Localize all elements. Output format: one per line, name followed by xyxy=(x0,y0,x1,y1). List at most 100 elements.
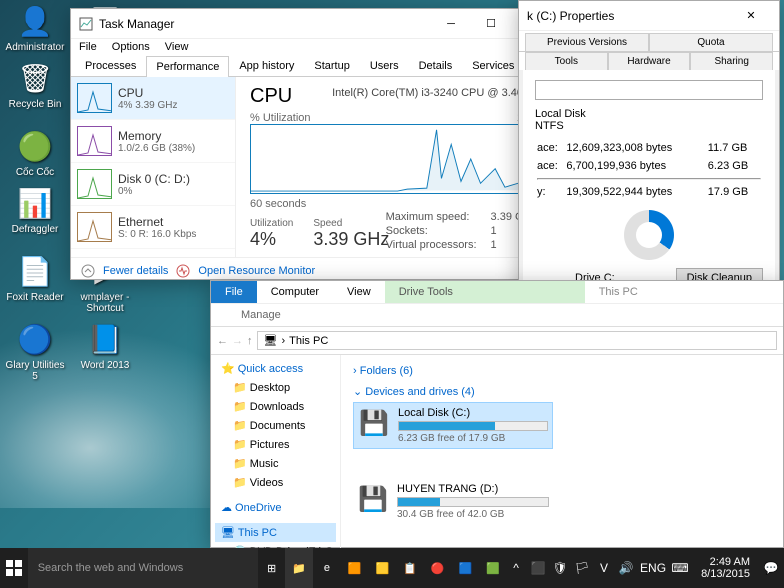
disk-donut-chart xyxy=(624,210,674,260)
ribbon-view[interactable]: View xyxy=(333,281,385,303)
tree-item[interactable]: 📁 Videos xyxy=(215,473,336,492)
tab-hardware[interactable]: Hardware xyxy=(608,52,691,70)
fewer-details-link[interactable]: Fewer details xyxy=(103,265,168,277)
nav-tree: ⭐ Quick access📁 Desktop📁 Downloads📁 Docu… xyxy=(211,355,341,553)
time-label: 60 seconds xyxy=(250,198,306,210)
taskbar-edge-icon[interactable]: e xyxy=(313,548,341,588)
resource-monitor-link[interactable]: Open Resource Monitor xyxy=(198,265,315,277)
tab-tools[interactable]: Tools xyxy=(525,52,608,70)
task-view-icon[interactable]: ⊞ xyxy=(258,548,286,588)
desktop-icon[interactable]: 📄Foxit Reader xyxy=(5,252,65,314)
tab-details[interactable]: Details xyxy=(409,55,463,76)
search-box[interactable]: Search the web and Windows xyxy=(28,548,258,588)
taskbar-app5-icon[interactable]: 🟦 xyxy=(452,548,480,588)
window-title: k (C:) Properties xyxy=(527,9,731,23)
perf-item-cpu[interactable]: CPU4% 3.39 GHz xyxy=(71,77,235,120)
chevron-up-icon[interactable] xyxy=(81,264,95,278)
ribbon-title: This PC xyxy=(585,281,652,303)
files-pane: › Folders (6) ⌄ Devices and drives (4) 💾… xyxy=(341,355,783,553)
menu-view[interactable]: View xyxy=(165,41,189,53)
pc-icon: 🖥 xyxy=(264,334,278,347)
cpu-graph xyxy=(250,124,545,194)
nav-fwd-icon[interactable]: → xyxy=(232,335,243,347)
tray-app-icon[interactable]: ⬛ xyxy=(529,548,547,588)
menu-file[interactable]: File xyxy=(79,41,97,53)
util-stat-label: Utilization xyxy=(250,218,293,229)
tray-flag-icon[interactable]: 🏳 xyxy=(573,548,591,588)
ribbon-manage[interactable]: Manage xyxy=(211,304,295,326)
tab-sharing[interactable]: Sharing xyxy=(690,52,773,70)
tree-item[interactable]: 📁 Pictures xyxy=(215,435,336,454)
taskbar-app4-icon[interactable]: 🔴 xyxy=(424,548,452,588)
tree-item[interactable]: 📁 Downloads xyxy=(215,397,336,416)
taskbar-explorer-icon[interactable]: 📁 xyxy=(285,548,313,588)
desktop-icon[interactable]: 📊Defraggler xyxy=(5,184,65,246)
tab-app-history[interactable]: App history xyxy=(229,55,304,76)
ribbon-file[interactable]: File xyxy=(211,281,257,303)
tray-notifications-icon[interactable]: 💬 xyxy=(762,548,780,588)
perf-item-ethernet[interactable]: EthernetS: 0 R: 16.0 Kbps xyxy=(71,206,235,249)
explorer-window: File Computer View Drive Tools This PC M… xyxy=(210,280,784,548)
desktop-icon[interactable]: 📘Word 2013 xyxy=(75,320,135,382)
tree-item[interactable]: ⭐ Quick access xyxy=(215,359,336,378)
disk-usage-table: ace:12,609,323,008 bytes11.7 GB ace:6,70… xyxy=(535,138,763,202)
tray-chevron-icon[interactable]: ^ xyxy=(507,548,525,588)
desktop-icon[interactable]: 👤Administrator xyxy=(5,2,65,53)
minimize-button[interactable]: ─ xyxy=(431,10,471,38)
drive-item[interactable]: 💾Local Disk (C:)6.23 GB free of 17.9 GB xyxy=(353,402,553,449)
tab-users[interactable]: Users xyxy=(360,55,409,76)
desktop-icon[interactable]: 🟢Cốc Cốc xyxy=(5,127,65,178)
taskbar-app6-icon[interactable]: 🟩 xyxy=(479,548,507,588)
drive-type: Local Disk xyxy=(535,108,763,120)
tree-item[interactable]: 📁 Music xyxy=(215,454,336,473)
tray-shield-icon[interactable]: 🛡 xyxy=(551,548,569,588)
cpu-heading: CPU xyxy=(250,85,292,107)
tab-prev-versions[interactable]: Previous Versions xyxy=(525,33,649,51)
address-bar[interactable]: 🖥 › This PC xyxy=(257,331,778,350)
tab-quota[interactable]: Quota xyxy=(649,33,773,51)
tree-item[interactable]: 📁 Desktop xyxy=(215,378,336,397)
task-manager-window: Task Manager ─ ☐ ✕ File Options View Pro… xyxy=(70,8,560,280)
nav-back-icon[interactable]: ← xyxy=(217,335,228,347)
tab-services[interactable]: Services xyxy=(462,55,524,76)
menubar: File Options View xyxy=(71,39,559,55)
desktop-icon[interactable]: 🔵Glary Utilities 5 xyxy=(5,320,65,382)
util-label: % Utilization xyxy=(250,112,311,124)
ribbon-drive-tools[interactable]: Drive Tools xyxy=(385,281,585,303)
drive-item[interactable]: 💾HUYEN TRANG (D:)30.4 GB free of 42.0 GB xyxy=(353,479,553,524)
tab-startup[interactable]: Startup xyxy=(304,55,359,76)
tab-processes[interactable]: Processes xyxy=(75,55,146,76)
taskbar-app3-icon[interactable]: 📋 xyxy=(396,548,424,588)
taskbar-app1-icon[interactable]: 🟧 xyxy=(341,548,369,588)
util-stat-val: 4% xyxy=(250,229,293,250)
tray-clock[interactable]: 2:49 AM8/13/2015 xyxy=(693,556,758,580)
nav-up-icon[interactable]: ↑ xyxy=(247,335,253,347)
devices-section[interactable]: ⌄ Devices and drives (4) xyxy=(353,381,771,402)
start-button[interactable] xyxy=(0,548,28,588)
close-button[interactable]: ✕ xyxy=(731,2,771,30)
tray-volume-icon[interactable]: 🔊 xyxy=(617,548,635,588)
taskbar-app2-icon[interactable]: 🟨 xyxy=(369,548,397,588)
tree-item[interactable]: ☁ OneDrive xyxy=(215,498,336,517)
perf-main: CPU Intel(R) Core(TM) i3-3240 CPU @ 3.40… xyxy=(236,77,559,257)
tree-item[interactable]: 🖥 This PC xyxy=(215,523,336,542)
perf-item-disk[interactable]: Disk 0 (C: D:)0% xyxy=(71,163,235,206)
perf-sidebar: CPU4% 3.39 GHzMemory1.0/2.6 GB (38%)Disk… xyxy=(71,77,236,257)
tabs: ProcessesPerformanceApp historyStartupUs… xyxy=(71,55,559,77)
perf-item-memory[interactable]: Memory1.0/2.6 GB (38%) xyxy=(71,120,235,163)
desktop-icon[interactable]: 🗑Recycle Bin xyxy=(5,59,65,121)
tray-keyboard-icon[interactable]: ⌨ xyxy=(671,548,689,588)
tab-performance[interactable]: Performance xyxy=(146,56,229,77)
tray-vivaldi-icon[interactable]: V xyxy=(595,548,613,588)
taskbar: Search the web and Windows ⊞ 📁 e 🟧 🟨 📋 🔴… xyxy=(0,548,784,588)
ribbon-computer[interactable]: Computer xyxy=(257,281,333,303)
maximize-button[interactable]: ☐ xyxy=(471,10,511,38)
filesystem: NTFS xyxy=(535,120,763,132)
tree-item[interactable]: 📁 Documents xyxy=(215,416,336,435)
drive-name-input[interactable] xyxy=(535,80,763,100)
menu-options[interactable]: Options xyxy=(112,41,150,53)
titlebar[interactable]: Task Manager ─ ☐ ✕ xyxy=(71,9,559,39)
tray-lang[interactable]: ENG xyxy=(639,548,667,588)
window-title: Task Manager xyxy=(99,17,431,31)
folders-section[interactable]: › Folders (6) xyxy=(353,361,771,381)
